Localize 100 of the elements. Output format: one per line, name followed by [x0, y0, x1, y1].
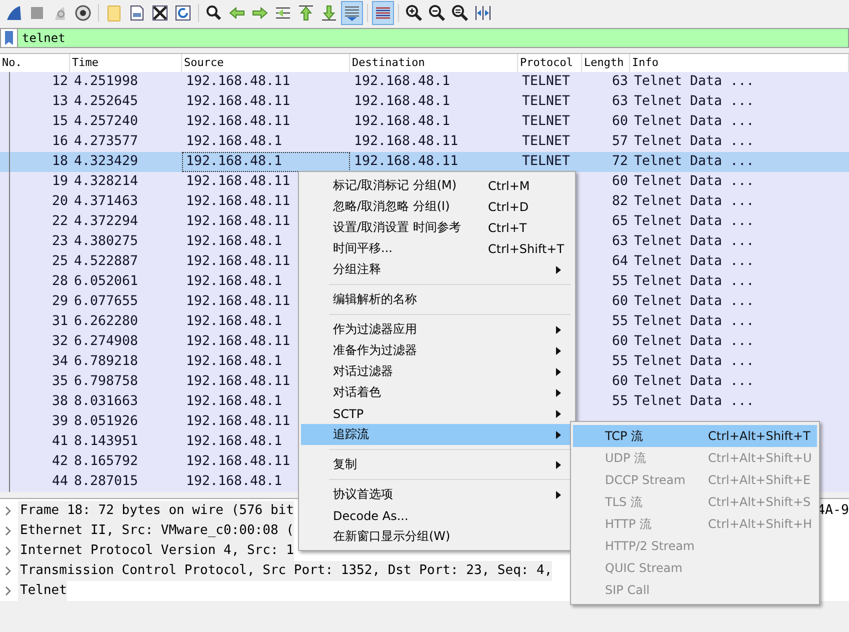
- table-cell: 42: [52, 454, 68, 469]
- table-cell: 4.371463: [74, 194, 138, 209]
- table-cell: 192.168.48.1: [186, 434, 282, 449]
- table-cell: 192.168.48.1: [186, 394, 282, 409]
- table-cell: Telnet Data ...: [634, 154, 754, 169]
- table-cell: 60: [612, 174, 628, 189]
- table-cell: 192.168.48.11: [186, 94, 290, 109]
- table-cell: Telnet Data ...: [634, 114, 754, 129]
- table-cell: 8.031663: [74, 394, 138, 409]
- table-cell: 60: [612, 114, 628, 129]
- table-cell: Telnet Data ...: [634, 314, 754, 329]
- table-cell: 39: [52, 414, 68, 429]
- table-cell: Telnet Data ...: [634, 354, 754, 369]
- table-cell: 4.323429: [74, 154, 138, 169]
- table-cell: Telnet Data ...: [634, 394, 754, 409]
- table-cell: 4.522887: [74, 254, 138, 269]
- table-cell: 16: [52, 134, 68, 149]
- table-cell: Telnet Data ...: [634, 334, 754, 349]
- table-cell: 55: [612, 354, 628, 369]
- table-cell: 192.168.48.1: [186, 134, 282, 149]
- table-cell: 8.165792: [74, 454, 138, 469]
- table-cell: 31: [52, 314, 68, 329]
- table-cell: 19: [52, 174, 68, 189]
- table-cell: 4.257240: [74, 114, 138, 129]
- table-cell: Telnet Data ...: [634, 274, 754, 289]
- table-cell: 192.168.48.1: [186, 274, 282, 289]
- table-cell: 35: [52, 374, 68, 389]
- table-cell: 12: [52, 74, 68, 89]
- table-cell: 192.168.48.1: [354, 114, 450, 129]
- table-cell: TELNET: [522, 74, 570, 89]
- table-cell: 23: [52, 234, 68, 249]
- table-cell: 192.168.48.11: [186, 454, 290, 469]
- table-cell: 6.798758: [74, 374, 138, 389]
- table-cell: 192.168.48.11: [186, 174, 290, 189]
- table-cell: 15: [52, 114, 68, 129]
- table-cell: 20: [52, 194, 68, 209]
- table-cell: 18: [52, 154, 68, 169]
- table-cell: 34: [52, 354, 68, 369]
- table-cell: 192.168.48.1: [354, 94, 450, 109]
- table-cell: 6.262280: [74, 314, 138, 329]
- table-cell: Telnet Data ...: [634, 194, 754, 209]
- table-cell: 192.168.48.11: [354, 154, 458, 169]
- table-cell: TELNET: [522, 154, 570, 169]
- table-cell: TELNET: [522, 114, 570, 129]
- table-cell: 60: [612, 294, 628, 309]
- table-cell: Telnet Data ...: [634, 374, 754, 389]
- table-cell: 60: [612, 374, 628, 389]
- table-cell: 8.051926: [74, 414, 138, 429]
- table-cell: Telnet Data ...: [634, 134, 754, 149]
- table-cell: 192.168.48.1: [354, 74, 450, 89]
- table-cell: 192.168.48.1: [186, 234, 282, 249]
- table-cell: 4.252645: [74, 94, 138, 109]
- table-cell: 41: [52, 434, 68, 449]
- table-cell: 72: [612, 154, 628, 169]
- table-cell: 13: [52, 94, 68, 109]
- table-cell: 38: [52, 394, 68, 409]
- table-cell: 25: [52, 254, 68, 269]
- table-cell: 57: [612, 134, 628, 149]
- table-cell: 192.168.48.11: [186, 114, 290, 129]
- table-cell: 4.372294: [74, 214, 138, 229]
- table-cell: 192.168.48.11: [186, 74, 290, 89]
- table-cell: 192.168.48.1: [186, 354, 282, 369]
- table-cell: 192.168.48.11: [186, 294, 290, 309]
- table-cell: 55: [612, 394, 628, 409]
- table-cell: 192.168.48.11: [186, 194, 290, 209]
- table-cell: Telnet Data ...: [634, 254, 754, 269]
- table-cell: 63: [612, 74, 628, 89]
- table-cell: Telnet Data ...: [634, 214, 754, 229]
- table-cell: 4.273577: [74, 134, 138, 149]
- table-cell: 55: [612, 274, 628, 289]
- table-cell: 28: [52, 274, 68, 289]
- table-cell: 192.168.48.1: [186, 314, 282, 329]
- table-cell: 44: [52, 474, 68, 489]
- table-cell: 63: [612, 234, 628, 249]
- table-cell: TELNET: [522, 94, 570, 109]
- table-cell: TELNET: [522, 134, 570, 149]
- table-cell: 192.168.48.11: [186, 414, 290, 429]
- table-cell: 29: [52, 294, 68, 309]
- table-cell: Telnet Data ...: [634, 294, 754, 309]
- table-cell: 22: [52, 214, 68, 229]
- table-cell: 6.052061: [74, 274, 138, 289]
- table-cell: Telnet Data ...: [634, 74, 754, 89]
- table-cell: 4.328214: [74, 174, 138, 189]
- table-cell: 6.077655: [74, 294, 138, 309]
- table-cell: 60: [612, 334, 628, 349]
- table-cell: Telnet Data ...: [634, 174, 754, 189]
- table-cell: Telnet Data ...: [634, 234, 754, 249]
- table-cell: 65: [612, 214, 628, 229]
- table-cell: 64: [612, 254, 628, 269]
- table-cell: 82: [612, 194, 628, 209]
- table-cell: 4.251998: [74, 74, 138, 89]
- table-cell: 192.168.48.11: [186, 214, 290, 229]
- table-cell: 192.168.48.1: [186, 474, 282, 489]
- table-cell: 6.274908: [74, 334, 138, 349]
- table-cell: 32: [52, 334, 68, 349]
- table-cell: 192.168.48.11: [186, 254, 290, 269]
- table-cell: 63: [612, 94, 628, 109]
- table-cell: 192.168.48.11: [186, 374, 290, 389]
- table-cell: 6.789218: [74, 354, 138, 369]
- table-cell: 4.380275: [74, 234, 138, 249]
